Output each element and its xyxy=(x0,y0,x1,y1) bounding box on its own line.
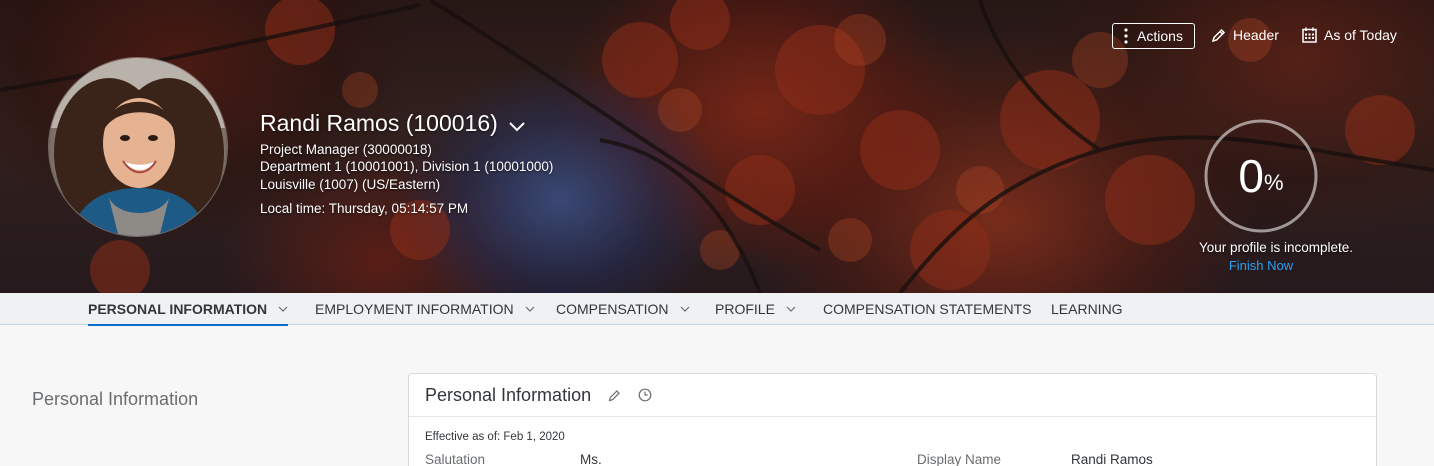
employee-department: Department 1 (10001001), Division 1 (100… xyxy=(260,159,554,174)
employee-photo-icon xyxy=(49,58,227,236)
completion-percent-number: 0 xyxy=(1238,150,1265,202)
tab-learning[interactable]: LEARNING xyxy=(1051,293,1123,325)
chevron-down-icon xyxy=(786,306,796,312)
tab-label: PERSONAL INFORMATION xyxy=(88,301,268,317)
section-tab-bar: PERSONAL INFORMATION EMPLOYMENT INFORMAT… xyxy=(0,293,1434,326)
chevron-down-icon xyxy=(525,306,535,312)
chevron-down-icon xyxy=(680,306,689,312)
field-label-display-name: Display Name xyxy=(917,452,1002,466)
chevron-down-icon xyxy=(278,306,288,312)
tab-personal-information[interactable]: PERSONAL INFORMATION xyxy=(88,293,289,326)
tab-employment-information[interactable]: EMPLOYMENT INFORMATION xyxy=(315,293,535,325)
employee-photo[interactable] xyxy=(48,57,228,237)
pencil-icon xyxy=(1211,28,1226,42)
personal-information-card: Personal Information Effective as of: Fe… xyxy=(408,373,1377,466)
chevron-down-icon[interactable] xyxy=(508,120,526,132)
edit-button[interactable] xyxy=(608,389,621,402)
tab-profile[interactable]: PROFILE xyxy=(715,293,796,325)
employee-name: Randi Ramos (100016) xyxy=(260,110,498,136)
header-button[interactable]: Header xyxy=(1211,27,1279,43)
card-title: Personal Information xyxy=(425,384,592,405)
section-title: Personal Information xyxy=(32,389,199,409)
as-of-date-label: As of Today xyxy=(1324,27,1397,43)
employee-location: Louisville (1007) (US/Eastern) xyxy=(260,177,441,192)
field-value-display-name: Randi Ramos xyxy=(1071,452,1153,466)
actions-button-label: Actions xyxy=(1137,28,1183,44)
effective-date: Effective as of: Feb 1, 2020 xyxy=(425,431,565,443)
field-value-salutation: Ms. xyxy=(580,452,602,466)
field-label-salutation: Salutation xyxy=(425,452,486,466)
finish-now-link[interactable]: Finish Now xyxy=(1176,258,1346,273)
profile-incomplete-message: Your profile is incomplete. xyxy=(1198,240,1354,255)
history-button[interactable] xyxy=(638,388,652,402)
history-clock-icon xyxy=(638,388,652,402)
tab-label: LEARNING xyxy=(1051,301,1123,317)
tab-label: COMPENSATION STATEMENTS xyxy=(823,301,1032,317)
calendar-icon xyxy=(1302,27,1317,43)
actions-button[interactable]: Actions xyxy=(1112,23,1195,49)
employee-local-time: Local time: Thursday, 05:14:57 PM xyxy=(260,201,469,216)
pencil-icon xyxy=(608,389,620,401)
profile-completion-value: 0 % xyxy=(1204,119,1318,233)
tab-label: COMPENSATION xyxy=(556,301,669,317)
card-header: Personal Information xyxy=(409,374,1376,417)
tab-label: EMPLOYMENT INFORMATION xyxy=(315,301,514,317)
tab-label: PROFILE xyxy=(715,301,775,317)
completion-percent-unit: % xyxy=(1264,170,1284,195)
as-of-date-button[interactable]: As of Today xyxy=(1302,27,1397,43)
tab-compensation[interactable]: COMPENSATION xyxy=(556,293,690,325)
tab-compensation-statements[interactable]: COMPENSATION STATEMENTS xyxy=(823,293,1031,325)
header-button-label: Header xyxy=(1233,27,1279,43)
employee-position: Project Manager (30000018) xyxy=(260,142,432,157)
more-vertical-icon xyxy=(1124,28,1128,44)
employee-name-row: Randi Ramos (100016) xyxy=(260,110,526,137)
